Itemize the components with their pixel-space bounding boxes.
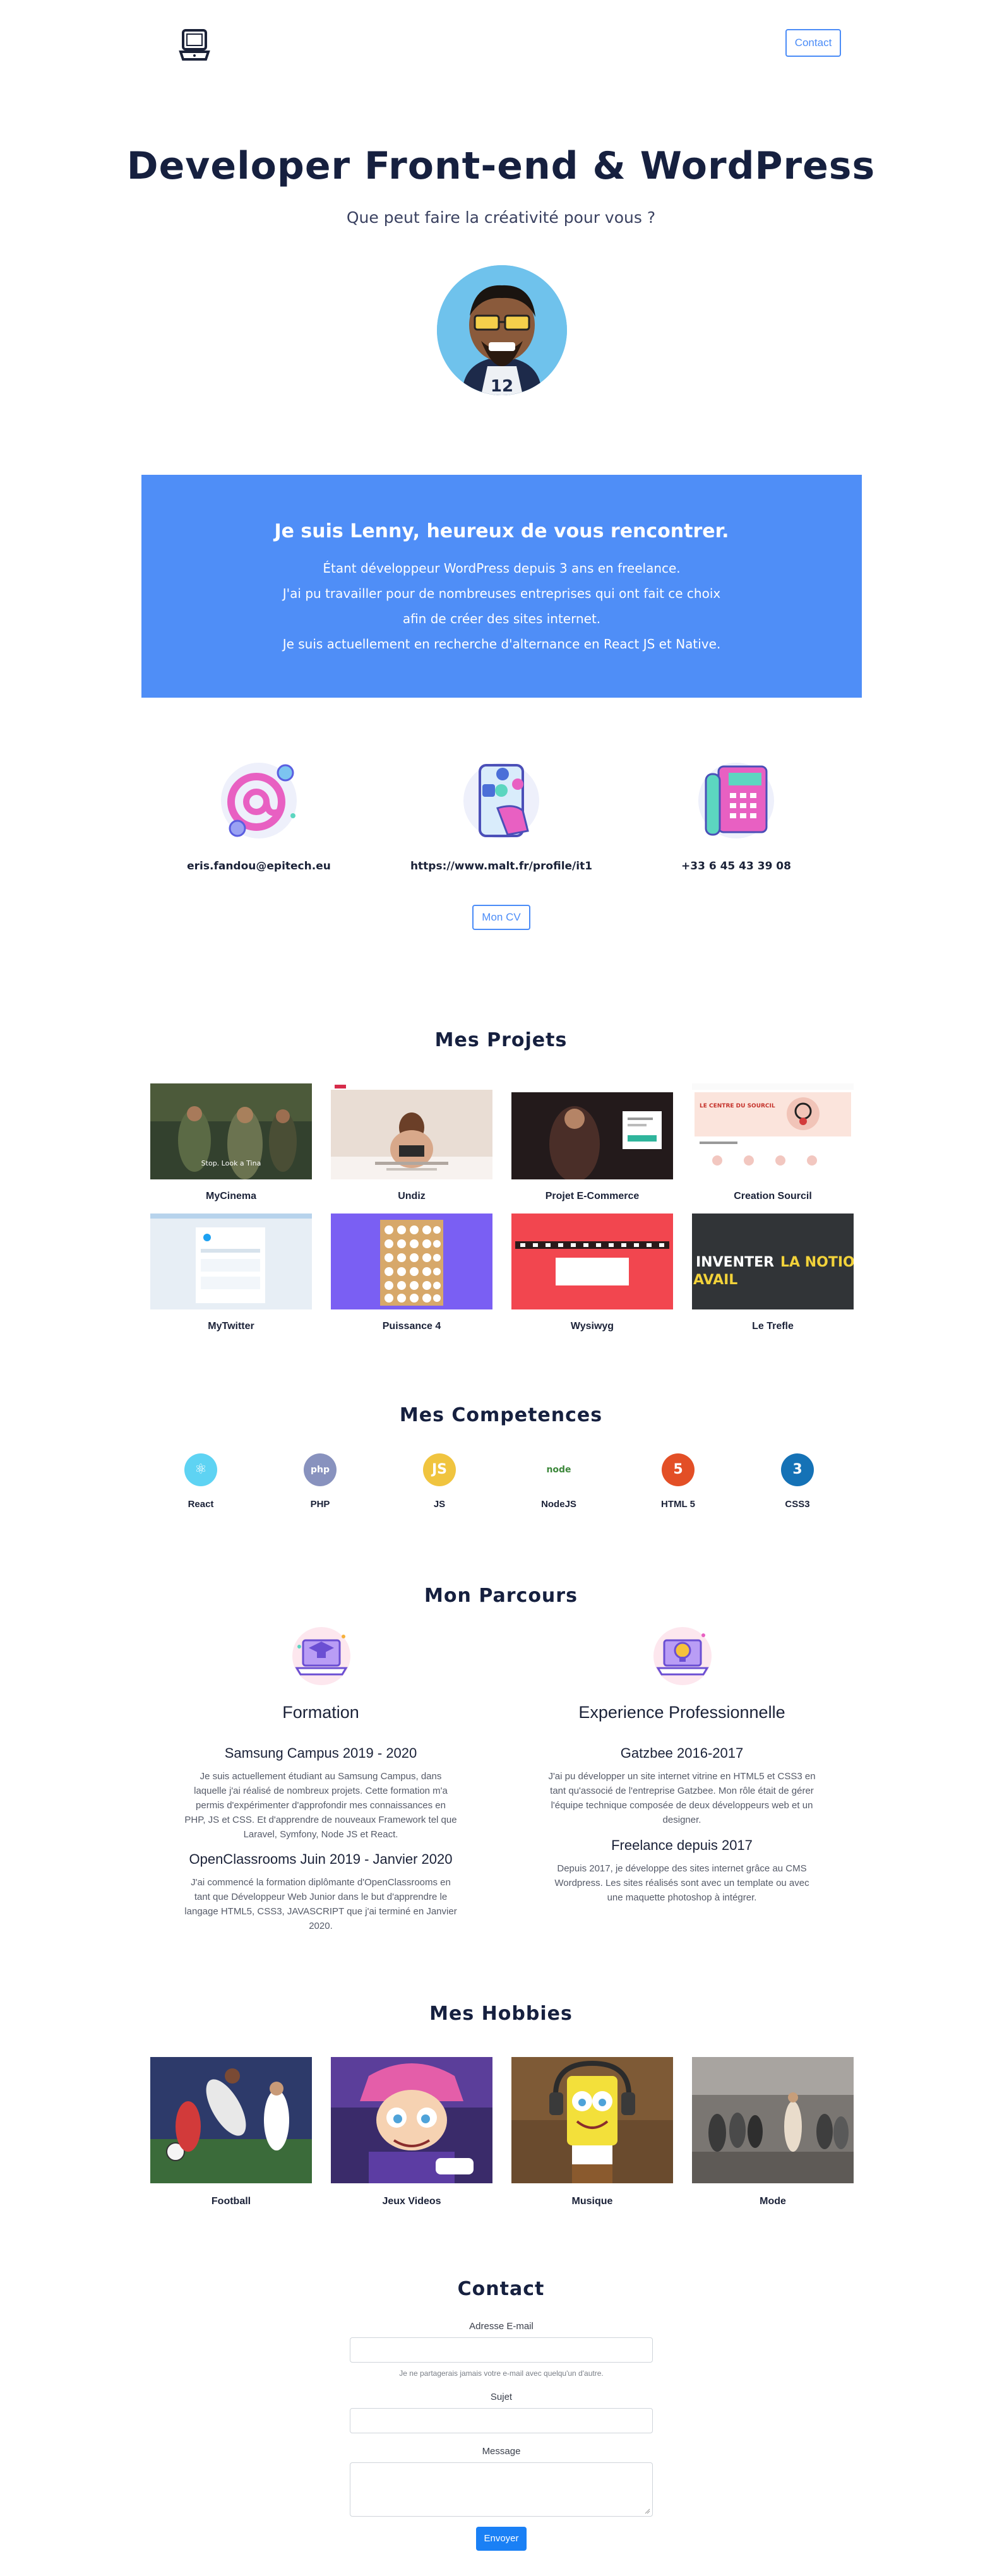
hobbies-title: Mes Hobbies: [429, 2003, 573, 2025]
project-caption: Puissance 4: [382, 1321, 441, 1332]
css3-icon: 3: [781, 1453, 814, 1486]
experience-laptop-icon: [648, 1621, 717, 1693]
formation-heading: Formation: [282, 1703, 359, 1722]
social-phone-icon: [457, 755, 546, 844]
project-thumb-mytwitter[interactable]: [150, 1213, 312, 1309]
laptop-logo-icon[interactable]: [178, 28, 211, 63]
subject-field[interactable]: [350, 2408, 653, 2433]
contact-button[interactable]: Contact: [785, 29, 841, 57]
project-caption: Undiz: [398, 1191, 426, 1202]
hero-title: Developer Front-end & WordPress: [126, 144, 876, 188]
experience-heading: Experience Professionnelle: [578, 1703, 785, 1722]
skill-caption: React: [188, 1499, 214, 1510]
email-label: Adresse E-mail: [469, 2321, 534, 2332]
formation-entry-title: OpenClassrooms Juin 2019 - Janvier 2020: [189, 1851, 453, 1867]
project-caption: MyTwitter: [208, 1321, 254, 1332]
submit-button[interactable]: Envoyer: [476, 2527, 527, 2551]
contact-email[interactable]: eris.fandou@epitech.eu: [139, 860, 379, 873]
message-field[interactable]: [350, 2462, 653, 2517]
php-icon: php: [304, 1453, 337, 1486]
message-label: Message: [482, 2446, 521, 2457]
hobby-thumb-musique: [511, 2057, 673, 2183]
intro-line: afin de créer des sites internet.: [402, 611, 601, 626]
formation-laptop-icon: [287, 1621, 356, 1693]
experience-entry-title: Gatzbee 2016-2017: [620, 1745, 744, 1761]
hobby-caption: Musique: [571, 2196, 613, 2207]
formation-entry-text: J'ai commencé la formation diplômante d'…: [184, 1877, 457, 1931]
hobby-thumb-football: [150, 2057, 312, 2183]
cv-button[interactable]: Mon CV: [472, 905, 530, 930]
experience-entry-text: J'ai pu développer un site internet vitr…: [548, 1771, 816, 1825]
hobby-caption: Mode: [760, 2196, 786, 2207]
project-caption: Wysiwyg: [570, 1321, 614, 1332]
email-at-icon: [215, 755, 303, 844]
project-thumb-undiz[interactable]: [331, 1083, 492, 1179]
intro-line: Je suis actuellement en recherche d'alte…: [282, 636, 721, 652]
hobby-thumb-jeux-videos: [331, 2057, 492, 2183]
avatar: 12: [437, 265, 567, 395]
skill-caption: CSS3: [785, 1499, 810, 1510]
html5-icon: 5: [662, 1453, 695, 1486]
skills-title: Mes Competences: [399, 1404, 603, 1426]
project-caption: Projet E-Commerce: [545, 1191, 640, 1202]
project-thumb-sourcil[interactable]: LE CENTRE DU SOURCIL: [692, 1083, 854, 1179]
hobby-caption: Jeux Videos: [382, 2196, 441, 2207]
svg-text:12: 12: [491, 377, 513, 395]
projects-title: Mes Projets: [434, 1029, 568, 1051]
intro-line: J'ai pu travailler pour de nombreuses en…: [282, 586, 721, 601]
letrefle-word-avail: AVAIL: [693, 1272, 737, 1288]
letrefle-word-notion: LA NOTION DE: [780, 1255, 854, 1270]
hobby-thumb-mode: [692, 2057, 854, 2183]
skill-caption: HTML 5: [661, 1499, 695, 1510]
sourcil-header-text: LE CENTRE DU SOURCIL: [700, 1103, 775, 1109]
contact-phone[interactable]: +33 6 45 43 39 08: [616, 860, 856, 873]
project-thumb-ecommerce[interactable]: [511, 1083, 673, 1179]
project-thumb-puissance4[interactable]: [331, 1213, 492, 1309]
parcours-title: Mon Parcours: [424, 1585, 578, 1607]
contact-malt-link[interactable]: https://www.malt.fr/profile/it1: [381, 860, 621, 873]
formation-entry-text: Je suis actuellement étudiant au Samsung…: [184, 1771, 457, 1840]
subject-label: Sujet: [490, 2392, 513, 2402]
intro-title: Je suis Lenny, heureux de vous rencontre…: [274, 520, 729, 542]
project-thumb-wysiwyg[interactable]: [511, 1213, 673, 1309]
telephone-icon: [692, 755, 780, 844]
experience-entry-title: Freelance depuis 2017: [611, 1837, 753, 1853]
skill-caption: PHP: [310, 1499, 330, 1510]
skill-caption: JS: [433, 1499, 446, 1510]
experience-entry-text: Depuis 2017, je développe des sites inte…: [554, 1863, 809, 1903]
mycinema-caption-text: Stop. Look a Tina: [201, 1159, 261, 1167]
hobby-caption: Football: [211, 2196, 251, 2207]
project-caption: MyCinema: [205, 1191, 257, 1202]
letrefle-word-inventer: INVENTER: [696, 1255, 774, 1270]
skill-caption: NodeJS: [541, 1499, 576, 1510]
formation-entry-title: Samsung Campus 2019 - 2020: [224, 1745, 417, 1761]
email-help-text: Je ne partagerais jamais votre e-mail av…: [399, 2369, 604, 2378]
resize-handle-icon: [645, 2508, 650, 2514]
contact-form-title: Contact: [457, 2278, 545, 2300]
hero-subtitle: Que peut faire la créativité pour vous ?: [346, 208, 656, 227]
nodejs-icon: node: [542, 1453, 575, 1486]
js-icon: JS: [423, 1453, 456, 1486]
project-thumb-letrefle[interactable]: INVENTER LA NOTION DE AVAIL: [692, 1213, 854, 1309]
intro-box: Je suis Lenny, heureux de vous rencontre…: [141, 475, 862, 698]
intro-line: Étant développeur WordPress depuis 3 ans…: [323, 561, 681, 576]
email-field[interactable]: [350, 2337, 653, 2363]
project-caption: Creation Sourcil: [734, 1191, 812, 1202]
react-icon: ⚛: [184, 1453, 217, 1486]
project-thumb-mycinema[interactable]: Stop. Look a Tina: [150, 1083, 312, 1179]
project-caption: Le Trefle: [752, 1321, 794, 1332]
